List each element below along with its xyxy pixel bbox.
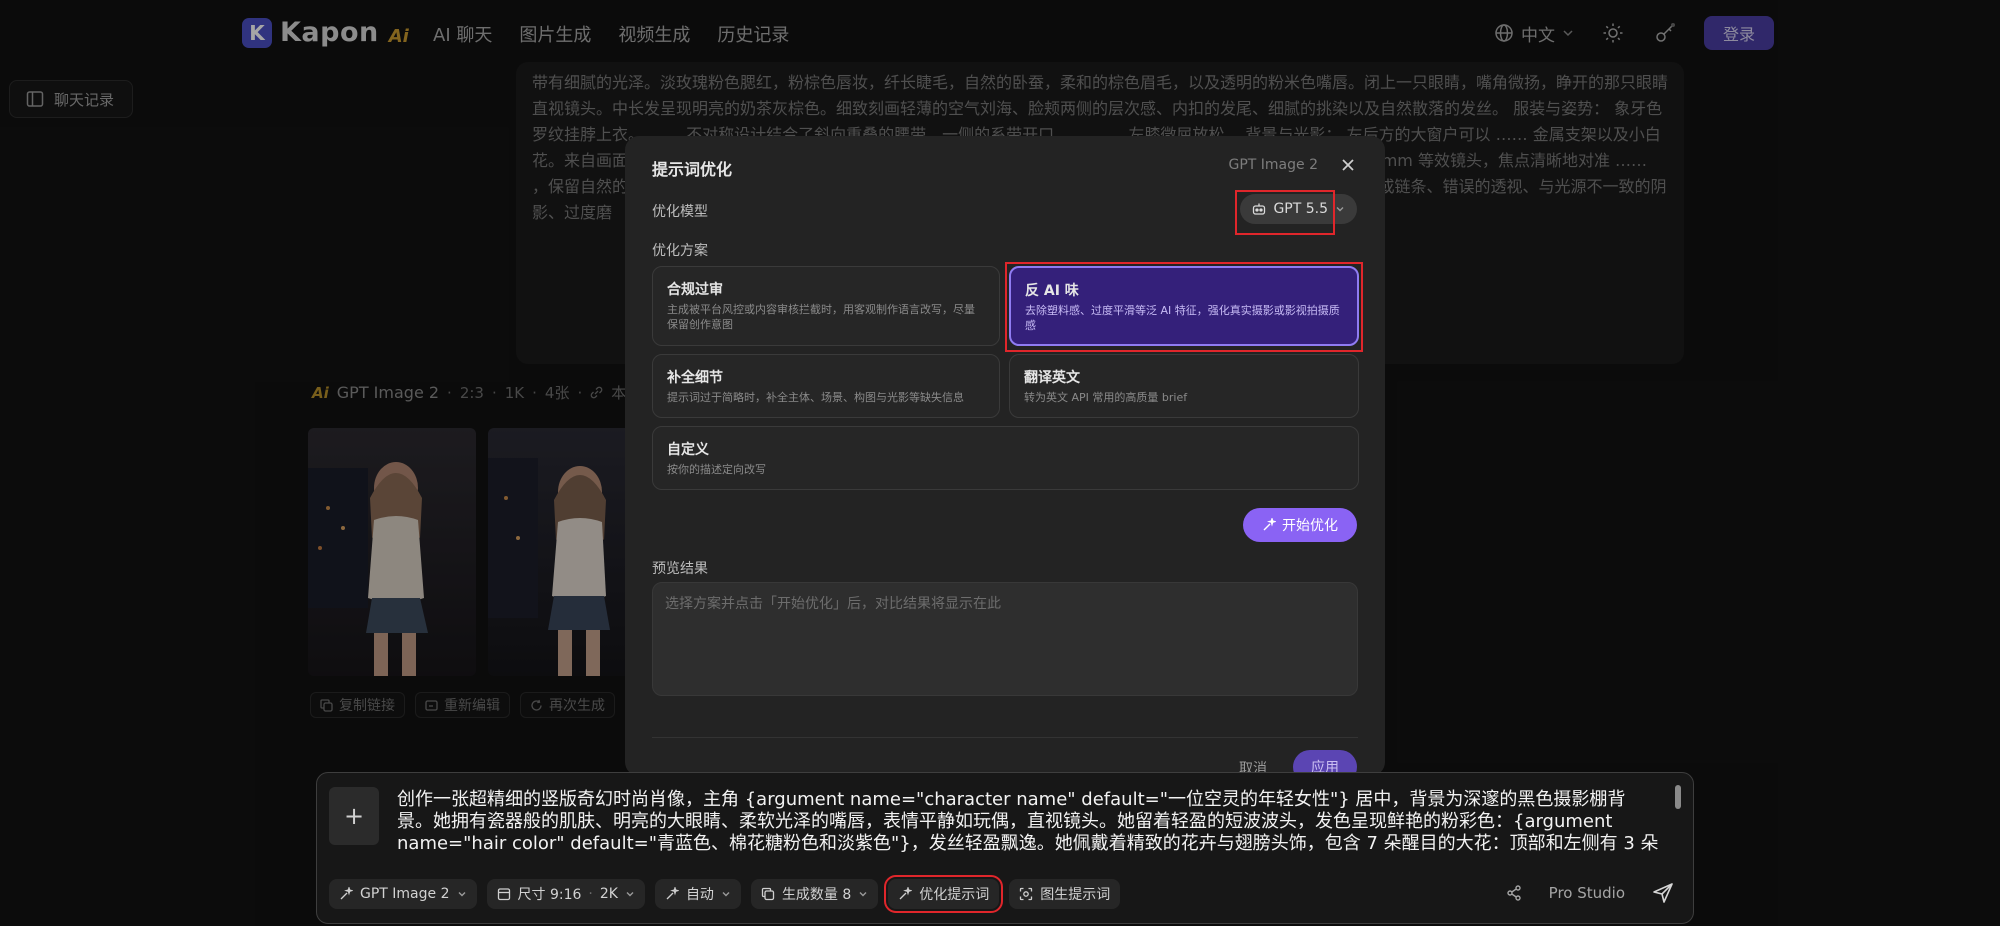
magic-wand-icon — [666, 887, 679, 900]
scheme-desc: 主成被平台风控或内容审核拦截时，用客观制作语言改写，尽量保留创作意图 — [667, 303, 975, 331]
magic-wand-icon — [899, 887, 913, 900]
preview-placeholder: 选择方案并点击「开始优化」后，对比结果将显示在此 — [665, 596, 1001, 612]
scheme-desc: 按你的描述定向改写 — [667, 463, 766, 476]
optimize-scheme-label: 优化方案 — [652, 243, 708, 259]
scheme-card-complete-details[interactable]: 补全细节 提示词过于简略时，补全主体、场景、构图与光影等缺失信息 — [652, 354, 1000, 418]
send-button[interactable] — [1647, 877, 1679, 909]
start-optimize-label: 开始优化 — [1282, 517, 1338, 533]
scheme-card-translate-english[interactable]: 翻译英文 转为英文 API 常用的高质量 brief — [1009, 354, 1359, 418]
send-icon — [1653, 883, 1673, 903]
scan-icon — [1020, 887, 1033, 901]
dialog-divider — [652, 737, 1358, 738]
copies-icon — [761, 887, 775, 901]
close-button[interactable] — [1339, 156, 1357, 174]
scheme-title: 合规过审 — [667, 282, 723, 298]
model-select-label: GPT Image 2 — [360, 886, 450, 902]
composer-toolbar: GPT Image 2 尺寸 9:16 · 2K 自动 生成数量 8 优化提示词… — [329, 875, 1121, 913]
size-ratio-label: 尺寸 9:16 — [517, 887, 582, 903]
preview-label: 预览结果 — [652, 561, 708, 577]
scheme-title: 自定义 — [667, 442, 709, 458]
magic-wand-icon — [1263, 518, 1276, 531]
scheme-title: 翻译英文 — [1024, 370, 1080, 386]
start-optimize-button[interactable]: 开始优化 — [1243, 508, 1357, 542]
chevron-down-icon — [458, 892, 465, 897]
count-select-button[interactable]: 生成数量 8 — [750, 879, 879, 909]
count-label: 生成数量 8 — [781, 887, 852, 903]
share-button[interactable] — [1501, 880, 1527, 906]
scheme-desc: 转为英文 API 常用的高质量 brief — [1024, 391, 1188, 404]
share-icon — [1506, 885, 1521, 901]
auto-mode-label: 自动 — [685, 887, 714, 903]
dialog-model-tag: GPT Image 2 — [1228, 157, 1319, 173]
sparkle-icon — [340, 887, 353, 900]
highlight-model-selector — [1235, 190, 1335, 235]
close-icon — [1342, 159, 1354, 171]
optimize-prompt-label: 优化提示词 — [919, 887, 990, 903]
chevron-down-icon — [859, 892, 867, 897]
image-to-prompt-button[interactable]: 图生提示词 — [1009, 879, 1121, 909]
chevron-down-icon — [722, 892, 730, 897]
scheme-title: 补全细节 — [667, 370, 723, 386]
scheme-card-compliance[interactable]: 合规过审 主成被平台风控或内容审核拦截时，用客观制作语言改写，尽量保留创作意图 — [652, 266, 1000, 346]
image-to-prompt-label: 图生提示词 — [1040, 887, 1111, 903]
calendar-size-icon — [497, 888, 510, 901]
chevron-down-icon — [626, 892, 634, 897]
prompt-composer: + 创作一张超精细的竖版奇幻时尚肖像，主角 {argument name="ch… — [316, 772, 1694, 924]
scheme-card-custom[interactable]: 自定义 按你的描述定向改写 — [652, 426, 1359, 490]
auto-mode-button[interactable]: 自动 — [654, 879, 741, 909]
prompt-optimize-dialog: 提示词优化 GPT Image 2 优化模型 GPT 5.5 优化方案 合规过审… — [625, 136, 1385, 776]
composer-right-actions: Pro Studio — [1501, 877, 1679, 909]
scheme-desc: 提示词过于简略时，补全主体、场景、构图与光影等缺失信息 — [667, 391, 964, 404]
plus-icon: + — [343, 802, 365, 830]
add-attachment-button[interactable]: + — [329, 787, 379, 845]
size-select-button[interactable]: 尺寸 9:16 · 2K — [486, 879, 645, 909]
optimize-model-label: 优化模型 — [652, 204, 708, 220]
pro-studio-link[interactable]: Pro Studio — [1549, 884, 1625, 902]
preview-result-area: 选择方案并点击「开始优化」后，对比结果将显示在此 — [652, 582, 1358, 696]
chevron-down-icon — [1336, 207, 1344, 212]
model-select-button[interactable]: GPT Image 2 — [329, 879, 477, 909]
prompt-input[interactable]: 创作一张超精细的竖版奇幻时尚肖像，主角 {argument name="char… — [397, 789, 1659, 855]
optimize-prompt-button[interactable]: 优化提示词 — [884, 875, 1004, 913]
size-res-label: 2K — [599, 886, 618, 902]
highlight-active-scheme — [1005, 262, 1363, 352]
prompt-scrollbar[interactable] — [1675, 785, 1681, 809]
dialog-title: 提示词优化 — [652, 160, 733, 179]
